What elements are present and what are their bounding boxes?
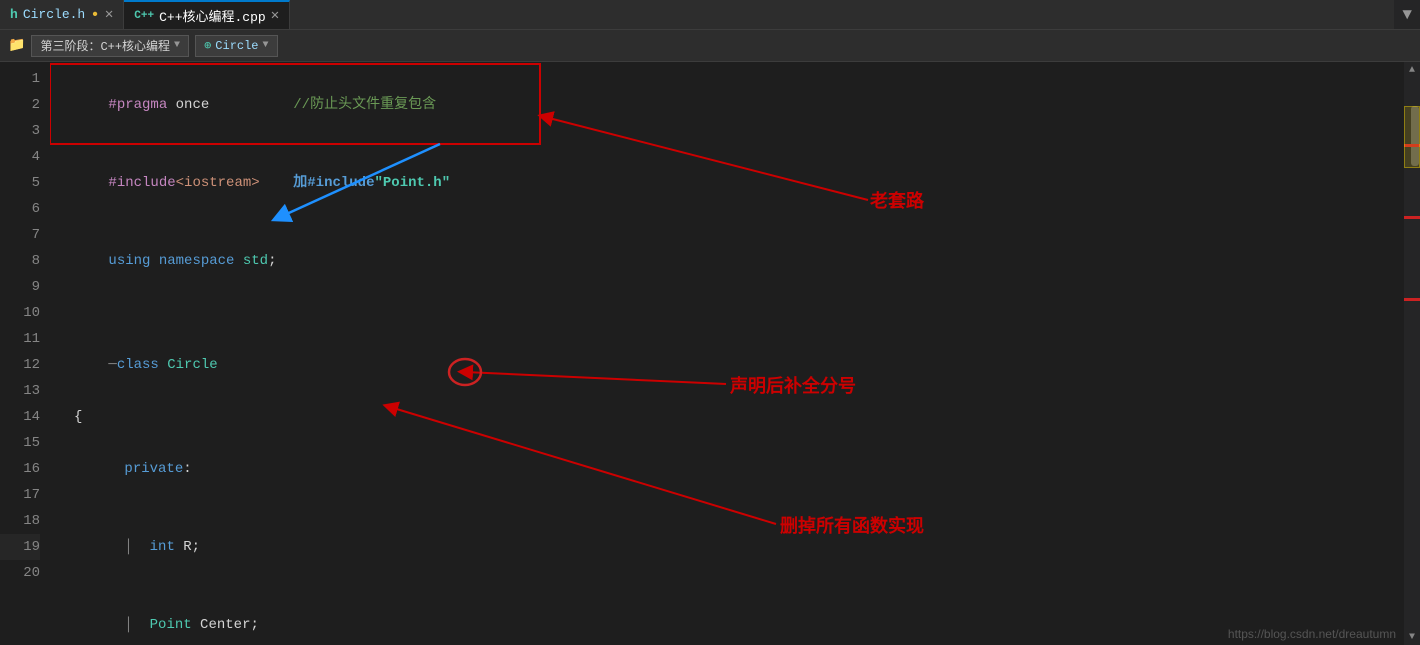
title-bar: h Circle.h • ✕ C++ C++核心编程.cpp ✕ ▼	[0, 0, 1420, 30]
watermark: https://blog.csdn.net/dreautumn	[1228, 627, 1396, 641]
tab-modified-dot: •	[90, 6, 100, 24]
line-num-12: 12	[0, 352, 40, 378]
scroll-up-arrow[interactable]: ▲	[1404, 62, 1420, 78]
class-icon: ⊕	[204, 38, 211, 53]
line-num-20: 20	[0, 560, 40, 586]
line-num-15: 15	[0, 430, 40, 456]
code-line-8: │ int R;	[58, 508, 1404, 586]
line-num-4: 4	[0, 144, 40, 170]
line-num-19: 19	[0, 534, 40, 560]
tab-cpp[interactable]: C++ C++核心编程.cpp ✕	[124, 0, 290, 29]
tab-circle-h-close[interactable]: ✕	[105, 6, 113, 23]
tab-circle-h-label: Circle.h	[23, 7, 85, 22]
line-num-2: 2	[0, 92, 40, 118]
line-num-14: 14	[0, 404, 40, 430]
stage-arrow: ▼	[174, 40, 180, 51]
minimap-highlight	[1404, 106, 1420, 168]
line-num-16: 16	[0, 456, 40, 482]
line-num-18: 18	[0, 508, 40, 534]
line-num-7: 7	[0, 222, 40, 248]
editor: 1 2 3 4 5 6 7 8 9 10 11 12 13 14 15 16 1…	[0, 62, 1420, 645]
toolbar: 📁 第三阶段：C++核心编程 ▼ ⊕ Circle ▼	[0, 30, 1420, 62]
tab-cpp-label: C++核心编程.cpp	[159, 6, 266, 25]
line-num-1: 1	[0, 66, 40, 92]
stage-selector[interactable]: 第三阶段：C++核心编程 ▼	[31, 35, 189, 57]
folder-icon: 📁	[8, 37, 25, 54]
code-content[interactable]: #pragma once //防止头文件重复包含 #include<iostre…	[50, 62, 1404, 645]
line-num-6: 6	[0, 196, 40, 222]
class-arrow: ▼	[263, 40, 269, 51]
class-label: Circle	[215, 39, 258, 53]
line-num-8: 8	[0, 248, 40, 274]
line-num-17: 17	[0, 482, 40, 508]
line-num-9: 9	[0, 274, 40, 300]
code-line-9: │ Point Center;	[58, 586, 1404, 645]
scroll-mark-3	[1404, 298, 1420, 301]
line-num-13: 13	[0, 378, 40, 404]
code-line-7: private:	[58, 430, 1404, 508]
tab-expand-icon[interactable]: ▼	[1394, 0, 1420, 29]
line-num-3: 3	[0, 118, 40, 144]
tab-circle-h[interactable]: h Circle.h • ✕	[0, 0, 124, 29]
line-num-11: 11	[0, 326, 40, 352]
circle-h-icon: h	[10, 7, 18, 22]
code-line-6: {	[58, 404, 1404, 430]
code-line-3: using namespace std;	[58, 222, 1404, 300]
tab-cpp-close[interactable]: ✕	[271, 7, 279, 24]
scroll-track[interactable]	[1404, 78, 1420, 629]
class-selector[interactable]: ⊕ Circle ▼	[195, 35, 277, 57]
code-line-1: #pragma once //防止头文件重复包含	[58, 66, 1404, 144]
code-line-2: #include<iostream> 加#include"Point.h"	[58, 144, 1404, 222]
scroll-down-arrow[interactable]: ▼	[1404, 629, 1420, 645]
cpp-icon: C++	[134, 10, 154, 22]
line-num-5: 5	[0, 170, 40, 196]
code-line-4	[58, 300, 1404, 326]
line-num-10: 10	[0, 300, 40, 326]
line-numbers: 1 2 3 4 5 6 7 8 9 10 11 12 13 14 15 16 1…	[0, 62, 50, 645]
stage-label: 第三阶段：C++核心编程	[40, 37, 170, 54]
scrollbar[interactable]: ▲ ▼	[1404, 62, 1420, 645]
code-line-5: ─class Circle	[58, 326, 1404, 404]
scroll-mark-2	[1404, 216, 1420, 219]
